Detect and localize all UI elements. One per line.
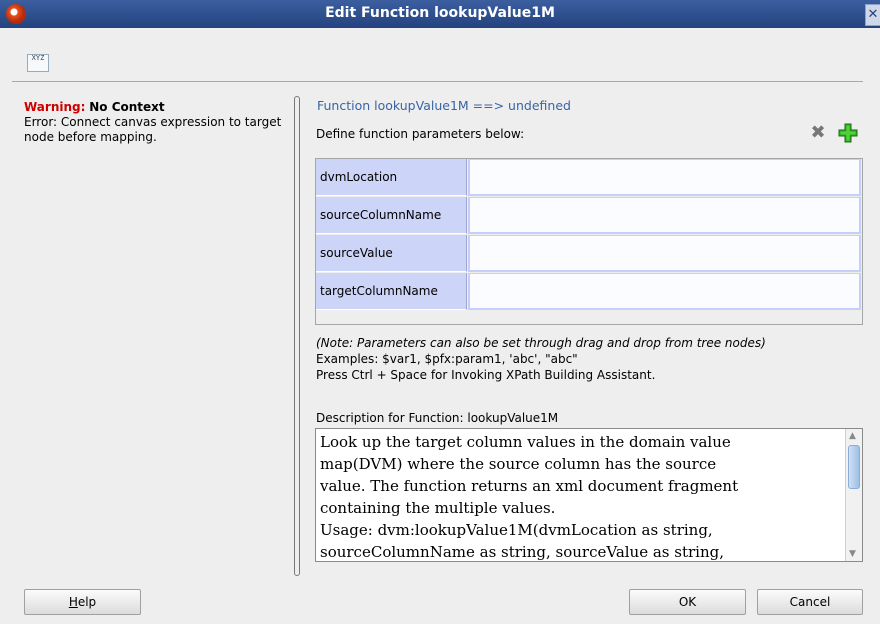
param-name-cell: dvmLocation xyxy=(316,159,467,196)
add-icon[interactable] xyxy=(838,123,858,143)
description-label: Description for Function: lookupValue1M xyxy=(316,411,559,425)
param-name-cell: sourceColumnName xyxy=(316,197,467,234)
function-signature: Function lookupValue1M ==> undefined xyxy=(317,98,571,113)
table-row: sourceColumnName xyxy=(316,197,862,234)
description-line: containing the multiple values. xyxy=(320,499,556,517)
description-line: sourceColumnName as string, sourceValue … xyxy=(320,543,724,561)
description-line: map(DVM) where the source column has the… xyxy=(320,455,717,473)
help-button[interactable]: Help xyxy=(24,589,141,615)
warning-panel: Warning: No Context Error: Connect canva… xyxy=(24,100,292,145)
description-text: Look up the target column values in the … xyxy=(320,431,840,561)
note-examples: Examples: $var1, $pfx:param1, 'abc', "ab… xyxy=(316,352,578,366)
description-scrollbar[interactable]: ▲ ▼ xyxy=(845,429,862,561)
description-line: Usage: dvm:lookupValue1M(dvmLocation as … xyxy=(320,521,713,539)
table-row: targetColumnName xyxy=(316,273,862,310)
param-value-cell[interactable] xyxy=(468,235,861,272)
description-textarea[interactable]: Look up the target column values in the … xyxy=(315,428,863,562)
close-button[interactable]: ✕ xyxy=(865,4,880,26)
param-value-cell[interactable] xyxy=(468,159,861,196)
table-row: dvmLocation xyxy=(316,159,862,196)
parameter-notes: (Note: Parameters can also be set throug… xyxy=(316,335,766,383)
param-value-cell[interactable] xyxy=(468,197,861,234)
title-bar: Edit Function lookupValue1M ✕ xyxy=(0,0,880,28)
description-line: Look up the target column values in the … xyxy=(320,433,731,451)
description-line: value. The function returns an xml docum… xyxy=(320,477,739,495)
toolbar-divider xyxy=(12,81,863,82)
scroll-down-icon[interactable]: ▼ xyxy=(849,549,856,559)
warning-title: No Context xyxy=(89,100,165,114)
param-value-cell[interactable] xyxy=(468,273,861,310)
param-name-cell: targetColumnName xyxy=(316,273,467,310)
ok-button[interactable]: OK xyxy=(629,589,746,615)
warning-label: Warning: xyxy=(24,100,86,114)
help-mnemonic: H xyxy=(68,595,78,609)
xpath-icon[interactable]: XYZ xyxy=(27,54,49,72)
scroll-up-icon[interactable]: ▲ xyxy=(849,431,856,441)
parameters-table: dvmLocation sourceColumnName sourceValue… xyxy=(315,158,863,325)
delete-icon[interactable]: ✖ xyxy=(808,123,828,143)
cancel-button[interactable]: Cancel xyxy=(757,589,863,615)
help-label: elp xyxy=(77,595,97,609)
warning-message: Error: Connect canvas expression to targ… xyxy=(24,115,282,144)
param-name-cell: sourceValue xyxy=(316,235,467,272)
window-title: Edit Function lookupValue1M xyxy=(325,5,555,21)
table-row: sourceValue xyxy=(316,235,862,272)
split-pane-divider[interactable] xyxy=(294,96,300,576)
note-shortcut: Press Ctrl + Space for Invoking XPath Bu… xyxy=(316,368,656,382)
scroll-thumb[interactable] xyxy=(848,445,860,489)
note-drag-drop: (Note: Parameters can also be set throug… xyxy=(316,336,766,350)
define-parameters-label: Define function parameters below: xyxy=(316,127,525,141)
